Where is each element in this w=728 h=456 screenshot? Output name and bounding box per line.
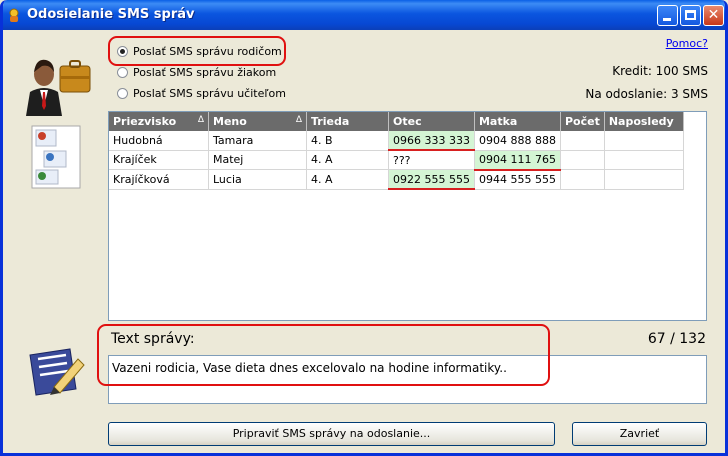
- cell-meno[interactable]: Tamara: [208, 131, 307, 151]
- recipients-table: Priezvisko Δ Meno Δ Trieda Otec Matka Poče…: [109, 112, 684, 190]
- table-row[interactable]: Krajíček Matej 4. A ??? 0904 111 765: [109, 150, 684, 171]
- column-header-pocet[interactable]: Počet: [560, 112, 605, 131]
- column-header-trieda[interactable]: Trieda: [306, 112, 389, 131]
- prepare-sms-button[interactable]: Pripraviť SMS správy na odoslanie...: [108, 422, 555, 446]
- cell-pocet[interactable]: [560, 150, 605, 170]
- cell-otec[interactable]: 0966 333 333: [388, 131, 475, 151]
- radio-students[interactable]: [117, 66, 128, 78]
- cell-priezvisko[interactable]: Krajíček: [109, 150, 209, 170]
- highlight-selected-option: [108, 36, 286, 66]
- cell-priezvisko[interactable]: Krajíčková: [109, 169, 209, 190]
- radio-teachers-label: Poslať SMS správu učiteľom: [133, 86, 286, 100]
- cell-otec[interactable]: 0922 555 555: [388, 169, 475, 190]
- radio-option-students[interactable]: Poslať SMS správu žiakom: [117, 64, 276, 80]
- table-header-row: Priezvisko Δ Meno Δ Trieda Otec Matka Poče…: [109, 112, 684, 131]
- minimize-button[interactable]: [657, 5, 678, 26]
- column-header-matka[interactable]: Matka: [474, 112, 561, 131]
- recipients-grid[interactable]: Priezvisko Δ Meno Δ Trieda Otec Matka Poče…: [108, 111, 707, 321]
- table-row[interactable]: Krajíčková Lucia 4. A 0922 555 555 0944 …: [109, 169, 684, 190]
- column-header-priezvisko[interactable]: Priezvisko Δ: [109, 112, 209, 131]
- businessman-icon: [26, 59, 91, 116]
- cell-trieda[interactable]: 4. A: [306, 150, 389, 170]
- cell-matka[interactable]: 0904 888 888: [474, 131, 561, 151]
- contact-cards-icon: [31, 125, 81, 189]
- sort-arrow-icon: Δ: [295, 115, 302, 125]
- cell-meno[interactable]: Matej: [208, 150, 307, 170]
- cell-priezvisko[interactable]: Hudobná: [109, 131, 209, 151]
- radio-teachers[interactable]: [117, 87, 128, 99]
- table-row[interactable]: Hudobná Tamara 4. B 0966 333 333 0904 88…: [109, 131, 684, 151]
- help-link[interactable]: Pomoc?: [666, 37, 708, 50]
- close-button[interactable]: Zavrieť: [572, 422, 707, 446]
- cell-pocet[interactable]: [560, 169, 605, 190]
- app-icon: [9, 8, 19, 22]
- cell-naposledy[interactable]: [604, 150, 684, 170]
- maximize-button[interactable]: [680, 5, 701, 26]
- cell-meno[interactable]: Lucia: [208, 169, 307, 190]
- cell-trieda[interactable]: 4. B: [306, 131, 389, 151]
- cell-pocet[interactable]: [560, 131, 605, 151]
- close-icon: ✕: [707, 7, 720, 23]
- minimize-icon: [663, 18, 671, 21]
- cell-trieda[interactable]: 4. A: [306, 169, 389, 190]
- title-bar[interactable]: Odosielanie SMS správ ✕: [3, 0, 725, 30]
- sort-arrow-icon: Δ: [197, 115, 204, 125]
- cell-matka[interactable]: 0944 555 555: [474, 169, 561, 190]
- highlight-message: [97, 324, 550, 386]
- cell-naposledy[interactable]: [604, 131, 684, 151]
- credit-label: Kredit: 100 SMS: [612, 64, 708, 78]
- radio-students-label: Poslať SMS správu žiakom: [133, 65, 277, 79]
- maximize-icon: [685, 10, 696, 20]
- column-header-meno[interactable]: Meno Δ: [208, 112, 307, 131]
- column-header-naposledy[interactable]: Naposledy: [604, 112, 684, 131]
- cell-matka[interactable]: 0904 111 765: [474, 150, 561, 171]
- cell-naposledy[interactable]: [604, 169, 684, 190]
- message-counter: 67 / 132: [647, 331, 706, 347]
- cell-otec[interactable]: ???: [388, 150, 475, 170]
- close-window-button[interactable]: ✕: [703, 5, 724, 26]
- radio-option-teachers[interactable]: Poslať SMS správu učiteľom: [117, 85, 286, 101]
- column-header-otec[interactable]: Otec: [388, 112, 475, 131]
- window-title: Odosielanie SMS správ: [27, 7, 195, 22]
- edit-note-icon: [29, 348, 85, 396]
- to-send-label: Na odoslanie: 3 SMS: [585, 87, 708, 101]
